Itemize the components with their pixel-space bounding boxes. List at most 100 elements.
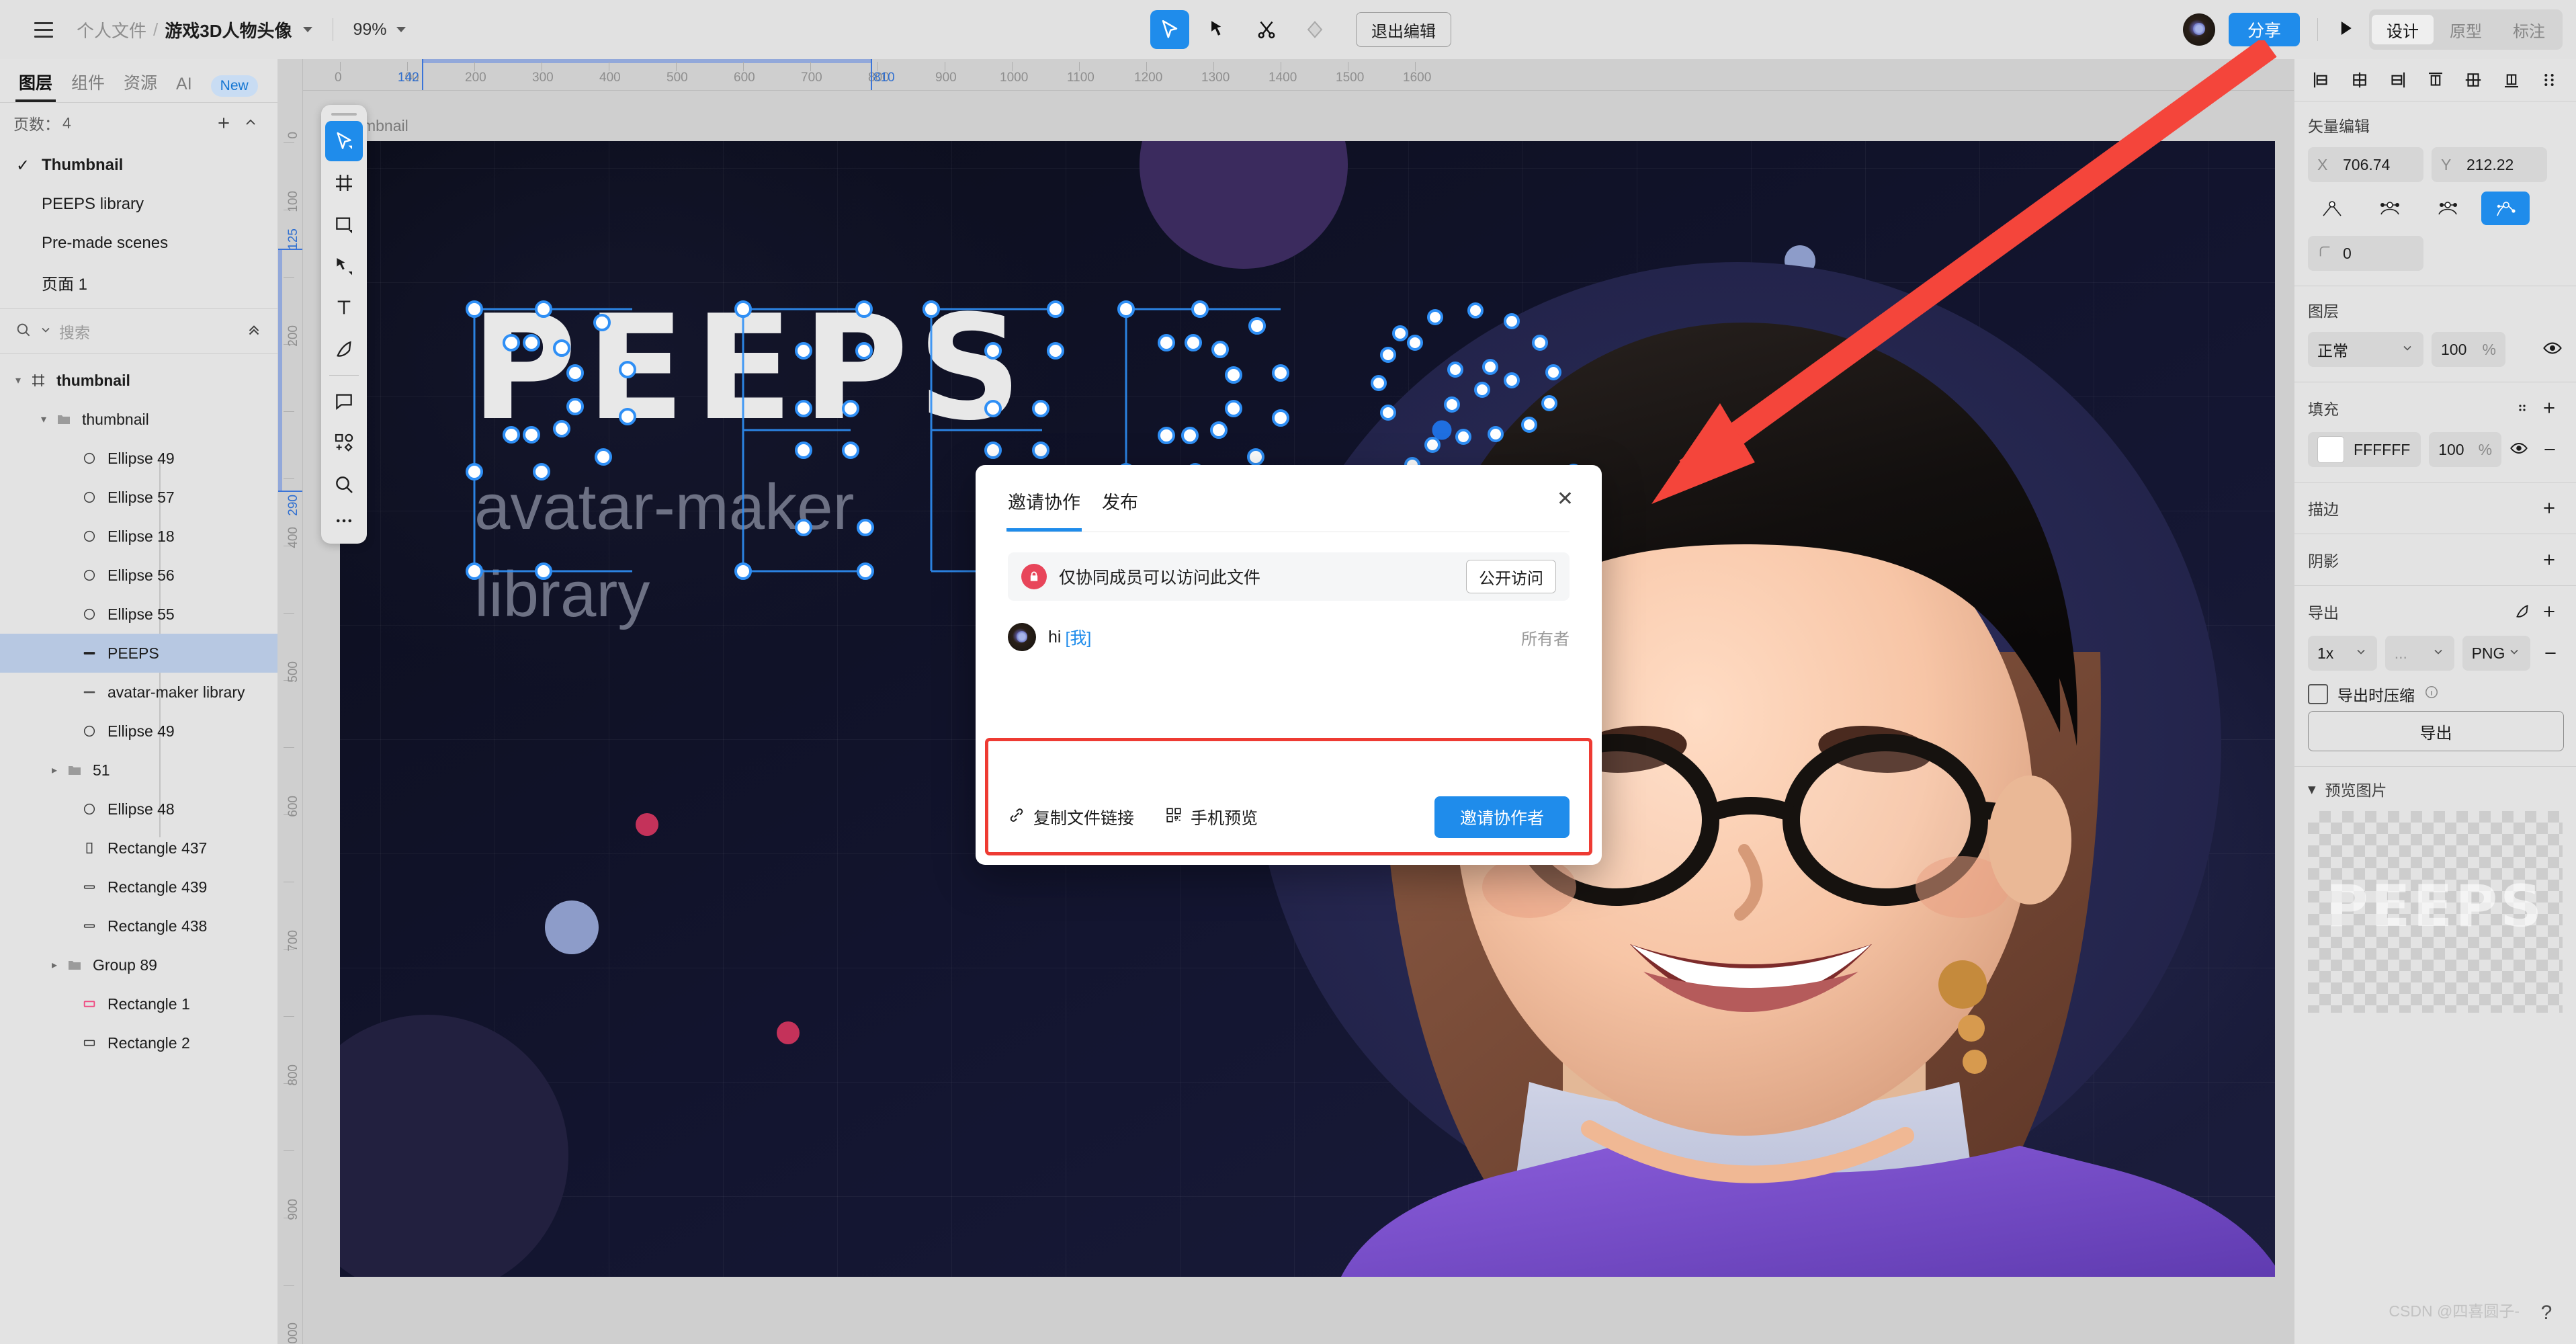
info-icon[interactable]: [2424, 685, 2439, 704]
page-item-peeps-library[interactable]: PEEPS library: [0, 185, 277, 224]
caret-down-icon[interactable]: ▾: [9, 374, 27, 387]
move-tool-button[interactable]: [1150, 10, 1189, 49]
more-tool-button[interactable]: [325, 506, 363, 536]
page-item-page-1[interactable]: 页面 1: [0, 263, 277, 302]
layer-row-rectangle-2[interactable]: Rectangle 2: [0, 1023, 277, 1062]
exit-edit-button[interactable]: 退出编辑: [1356, 12, 1451, 47]
collapse-layers-button[interactable]: [245, 321, 263, 342]
component-tool-button[interactable]: [325, 423, 363, 463]
new-badge[interactable]: New: [210, 75, 258, 97]
chevron-down-icon[interactable]: [302, 27, 312, 32]
layer-row-ellipse-48[interactable]: Ellipse 48: [0, 790, 277, 829]
palette-drag-handle[interactable]: [331, 113, 357, 116]
close-icon[interactable]: ✕: [1557, 489, 1574, 509]
tab-annotate[interactable]: 标注: [2498, 15, 2560, 44]
scissors-tool-button[interactable]: [1247, 10, 1286, 49]
tab-layers[interactable]: 图层: [15, 70, 56, 102]
invite-collaborator-button[interactable]: 邀请协作者: [1434, 796, 1570, 838]
align-right-icon[interactable]: [2384, 67, 2411, 93]
tab-ai[interactable]: AI: [176, 75, 192, 102]
distribute-icon[interactable]: [2536, 67, 2563, 93]
layer-row-thumbnail-frame[interactable]: ▾ thumbnail: [0, 361, 277, 400]
layer-row-ellipse-49-b[interactable]: Ellipse 49: [0, 712, 277, 751]
export-suffix-select[interactable]: ...: [2385, 636, 2454, 671]
tab-design[interactable]: 设计: [2372, 15, 2434, 44]
tab-components[interactable]: 组件: [71, 70, 105, 102]
layer-row-ellipse-57[interactable]: Ellipse 57: [0, 478, 277, 517]
chevron-down-icon[interactable]: [396, 27, 406, 32]
swatch-grid-icon[interactable]: [2509, 394, 2536, 421]
add-export-plus-icon[interactable]: [2536, 598, 2563, 625]
select-tool-button[interactable]: [325, 121, 363, 161]
copy-file-link-button[interactable]: 复制文件链接: [1008, 805, 1134, 829]
align-top-icon[interactable]: [2422, 67, 2449, 93]
sl-knife-icon[interactable]: [2509, 598, 2536, 625]
preview-section-header[interactable]: ▾ 预览图片: [2294, 767, 2576, 806]
fill-visibility-eye-icon[interactable]: [2509, 439, 2528, 461]
page-item-thumbnail[interactable]: ✓ Thumbnail: [0, 146, 277, 185]
align-left-icon[interactable]: [2308, 67, 2335, 93]
layer-row-51[interactable]: ▸ 51: [0, 751, 277, 790]
add-stroke-plus-icon[interactable]: [2536, 495, 2563, 521]
layer-row-ellipse-56[interactable]: Ellipse 56: [0, 556, 277, 595]
fill-opacity-field[interactable]: 100 %: [2429, 432, 2502, 467]
avatar[interactable]: [2182, 13, 2215, 46]
search-filter-chevron-down-icon[interactable]: [39, 323, 52, 340]
disconnected-node-button[interactable]: [2481, 192, 2530, 225]
layer-row-rectangle-437[interactable]: Rectangle 437: [0, 829, 277, 868]
mirrored-node-button[interactable]: [2366, 192, 2414, 225]
remove-fill-minus-icon[interactable]: [2536, 436, 2563, 463]
fill-color-field[interactable]: FFFFFF: [2308, 432, 2421, 467]
export-button[interactable]: 导出: [2308, 711, 2564, 751]
blend-mode-select[interactable]: 正常: [2308, 332, 2423, 367]
text-tool-button[interactable]: [325, 288, 363, 328]
dialog-tab-invite[interactable]: 邀请协作: [1006, 488, 1082, 532]
search-icon[interactable]: [15, 321, 32, 342]
x-position-field[interactable]: X 706.74: [2308, 147, 2423, 182]
add-shadow-plus-icon[interactable]: [2536, 546, 2563, 573]
align-center-h-icon[interactable]: [2346, 67, 2373, 93]
caret-right-icon[interactable]: ▸: [46, 763, 63, 777]
frame-tool-button[interactable]: [325, 163, 363, 203]
pen-select-tool-button[interactable]: [1199, 10, 1238, 49]
breadcrumb-parent[interactable]: 个人文件: [77, 17, 146, 42]
layer-row-thumbnail-group[interactable]: ▾ thumbnail: [0, 400, 277, 439]
zoom-level[interactable]: 99%: [353, 20, 406, 40]
ruler-vertical[interactable]: 0 100 200 400 500 600 700 800 900 1000 1…: [278, 59, 303, 1344]
dialog-tab-publish[interactable]: 发布: [1102, 488, 1138, 532]
tab-prototype[interactable]: 原型: [2435, 15, 2497, 44]
layer-row-ellipse-49-a[interactable]: Ellipse 49: [0, 439, 277, 478]
layer-row-peeps[interactable]: PEEPS: [0, 634, 277, 673]
ruler-horizontal[interactable]: 0 100 200 300 400 500 600 700 800 900 10…: [278, 59, 2294, 91]
layer-row-rectangle-1[interactable]: Rectangle 1: [0, 984, 277, 1023]
add-fill-plus-icon[interactable]: [2536, 394, 2563, 421]
y-position-field[interactable]: Y 212.22: [2432, 147, 2547, 182]
tab-assets[interactable]: 资源: [124, 70, 157, 102]
layer-row-rectangle-438[interactable]: Rectangle 438: [0, 907, 277, 946]
mobile-preview-button[interactable]: 手机预览: [1165, 805, 1258, 829]
question-mark-icon[interactable]: ?: [2530, 1297, 2563, 1329]
add-page-button[interactable]: [210, 110, 237, 136]
layer-row-ellipse-55[interactable]: Ellipse 55: [0, 595, 277, 634]
align-middle-v-icon[interactable]: [2460, 67, 2487, 93]
fill-color-swatch[interactable]: [2317, 436, 2344, 463]
caret-down-icon[interactable]: ▾: [35, 413, 52, 426]
asymmetric-node-button[interactable]: [2423, 192, 2472, 225]
play-icon[interactable]: [2335, 18, 2356, 42]
hamburger-icon[interactable]: [28, 14, 59, 45]
shape-tool-button[interactable]: [325, 204, 363, 245]
layer-row-rectangle-439[interactable]: Rectangle 439: [0, 868, 277, 907]
corner-node-button[interactable]: [2308, 192, 2356, 225]
pen-tool-button[interactable]: [325, 246, 363, 286]
page-item-pre-made-scenes[interactable]: Pre-made scenes: [0, 224, 277, 263]
caret-right-icon[interactable]: ▸: [46, 958, 63, 972]
slice-tool-button[interactable]: [325, 329, 363, 370]
align-bottom-icon[interactable]: [2498, 67, 2525, 93]
export-scale-select[interactable]: 1x: [2308, 636, 2377, 671]
comment-tool-button[interactable]: [325, 381, 363, 421]
corner-radius-field[interactable]: 0: [2308, 236, 2423, 271]
layer-row-group-89[interactable]: ▸ Group 89: [0, 946, 277, 984]
collapse-pages-button[interactable]: [237, 110, 264, 136]
layer-row-ellipse-18[interactable]: Ellipse 18: [0, 517, 277, 556]
zoom-tool-button[interactable]: [325, 464, 363, 505]
